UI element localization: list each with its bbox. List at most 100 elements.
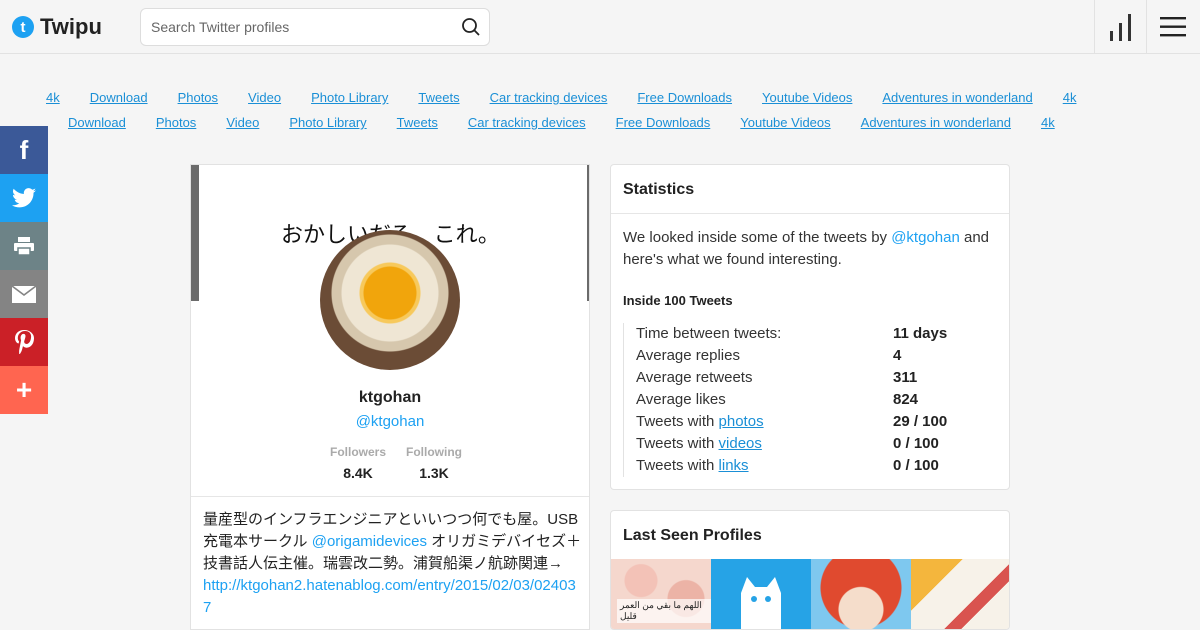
link-video[interactable]: Video: [248, 90, 281, 105]
stat-label: Tweets with links: [636, 455, 893, 477]
intro-mention-link[interactable]: @ktgohan: [891, 229, 960, 246]
links-link[interactable]: links: [719, 457, 749, 474]
stat-label: Average retweets: [636, 369, 753, 386]
email-icon: [12, 285, 36, 303]
search-input[interactable]: [151, 9, 451, 45]
more-share-button[interactable]: +: [0, 366, 48, 414]
stat-label-prefix: Tweets with: [636, 435, 719, 452]
stat-value: 311: [893, 369, 918, 386]
link-free-downloads[interactable]: Free Downloads: [616, 115, 711, 130]
social-share-bar: f +: [0, 126, 48, 414]
banner-edge: [191, 165, 199, 301]
stat-label: Tweets with videos: [636, 433, 893, 455]
profile-thumbnail[interactable]: [811, 559, 911, 629]
email-share-button[interactable]: [0, 270, 48, 318]
card-divider: [611, 213, 1009, 214]
last-seen-title: Last Seen Profiles: [623, 527, 762, 544]
ad-links-row-2: Download Photos Video Photo Library Twee…: [68, 115, 1055, 130]
twipu-logo[interactable]: t Twipu: [12, 14, 102, 40]
link-car-tracking[interactable]: Car tracking devices: [490, 90, 608, 105]
profile-thumbnail[interactable]: اللهم ما بقي من العمر قليل: [611, 559, 711, 629]
stat-label: Average replies: [636, 347, 740, 364]
stat-row: Tweets with links 0 / 100: [636, 455, 947, 477]
link-4k[interactable]: 4k: [1063, 90, 1077, 105]
last-seen-card: Last Seen Profiles اللهم ما بقي من العمر…: [610, 510, 1010, 630]
pinterest-share-button[interactable]: [0, 318, 48, 366]
stat-value: 824: [893, 391, 919, 408]
link-video[interactable]: Video: [226, 115, 259, 130]
header-separator: [1094, 0, 1095, 54]
link-download[interactable]: Download: [68, 115, 126, 130]
followers-stat: Followers 8.4K: [330, 445, 386, 481]
link-tweets[interactable]: Tweets: [397, 115, 438, 130]
link-photos[interactable]: Photos: [156, 115, 196, 130]
photos-link[interactable]: photos: [719, 413, 764, 430]
cat-mascot-icon: [741, 577, 781, 629]
stat-value: 4: [893, 347, 902, 364]
followers-label: Followers: [330, 445, 387, 459]
last-seen-thumbnails: اللهم ما بقي من العمر قليل: [611, 559, 1009, 629]
stat-value: 0 / 100: [893, 435, 939, 452]
print-icon: [14, 237, 34, 255]
link-free-downloads[interactable]: Free Downloads: [637, 90, 732, 105]
ad-links-row-1: 4k Download Photos Video Photo Library T…: [46, 90, 1076, 105]
intro-text: We looked inside some of the tweets by: [623, 229, 892, 246]
stat-row: Tweets with photos 29 / 100: [636, 411, 947, 433]
link-adventures[interactable]: Adventures in wonderland: [861, 115, 1011, 130]
plus-icon: +: [15, 374, 33, 405]
header-separator: [1146, 0, 1147, 54]
search-icon[interactable]: [461, 17, 481, 37]
followers-count: 8.4K: [343, 465, 373, 481]
statistics-subtitle: Inside 100 Tweets: [623, 293, 733, 308]
link-photo-library[interactable]: Photo Library: [311, 90, 388, 105]
facebook-share-button[interactable]: f: [0, 126, 48, 174]
profile-bio: 量産型のインフラエンジニアといいつつ何でも屋。USB充電本サークル @origa…: [203, 509, 583, 619]
pinterest-icon: [15, 330, 34, 354]
statistics-card: Statistics We looked inside some of the …: [610, 164, 1010, 490]
statistics-title: Statistics: [623, 181, 695, 198]
stat-value: 29 / 100: [893, 413, 948, 430]
bio-mention-link[interactable]: @origamidevices: [312, 533, 427, 550]
link-4k[interactable]: 4k: [1041, 115, 1055, 130]
stat-row: Average likes 824: [636, 389, 947, 411]
statistics-list: Time between tweets: 11 days Average rep…: [623, 323, 947, 477]
link-photo-library[interactable]: Photo Library: [289, 115, 366, 130]
link-adventures[interactable]: Adventures in wonderland: [882, 90, 1032, 105]
following-stat: Following 1.3K: [406, 445, 462, 481]
print-share-button[interactable]: [0, 222, 48, 270]
stat-value: 0 / 100: [893, 457, 939, 474]
link-car-tracking[interactable]: Car tracking devices: [468, 115, 586, 130]
search-box: [140, 8, 490, 46]
bar-chart-icon[interactable]: [1108, 13, 1134, 41]
stat-row: Average replies 4: [636, 345, 947, 367]
stat-row: Average retweets 311: [636, 367, 947, 389]
link-download[interactable]: Download: [90, 90, 148, 105]
twitter-share-button[interactable]: [0, 174, 48, 222]
banner-edge: [587, 165, 589, 301]
link-youtube-videos[interactable]: Youtube Videos: [740, 115, 830, 130]
follow-stats: Followers 8.4K Following 1.3K: [330, 445, 482, 481]
following-label: Following: [406, 445, 463, 459]
profile-card: おかしいだろ、これ。 ktgohan @ktgohan Followers 8.…: [190, 164, 590, 630]
top-header: t Twipu: [0, 0, 1200, 54]
profile-divider: [191, 496, 589, 497]
hamburger-menu-icon[interactable]: [1160, 16, 1186, 38]
stat-row: Tweets with videos 0 / 100: [636, 433, 947, 455]
profile-name: ktgohan: [358, 389, 422, 406]
bio-url-link[interactable]: http://ktgohan2.hatenablog.com/entry/201…: [203, 575, 583, 619]
stat-label-prefix: Tweets with: [636, 457, 719, 474]
link-4k[interactable]: 4k: [46, 90, 60, 105]
stat-label: Tweets with photos: [636, 411, 893, 433]
profile-thumbnail[interactable]: [711, 559, 811, 629]
stat-value: 11 days: [893, 325, 948, 342]
profile-handle[interactable]: @ktgohan: [191, 413, 589, 430]
link-photos[interactable]: Photos: [178, 90, 218, 105]
logo-text: Twipu: [40, 14, 102, 39]
videos-link[interactable]: videos: [719, 435, 762, 452]
statistics-intro: We looked inside some of the tweets by @…: [623, 227, 1001, 271]
link-tweets[interactable]: Tweets: [418, 90, 459, 105]
link-youtube-videos[interactable]: Youtube Videos: [762, 90, 852, 105]
stat-label: Time between tweets:: [636, 325, 782, 342]
profile-thumbnail[interactable]: [911, 559, 1009, 629]
avatar[interactable]: [320, 230, 460, 370]
